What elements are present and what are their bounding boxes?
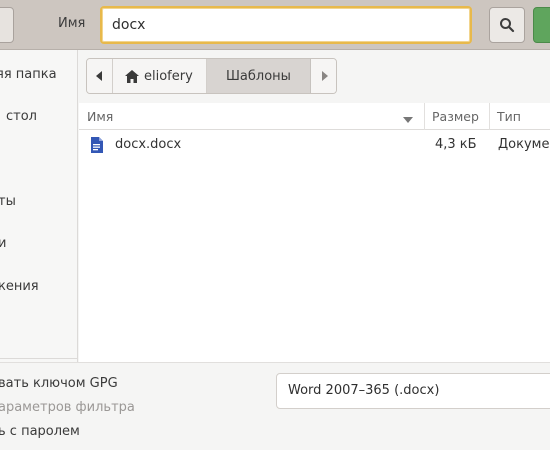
path-current-folder[interactable]: Шаблоны bbox=[207, 59, 311, 93]
filter-selected-value: Word 2007–365 (.docx) bbox=[288, 383, 440, 398]
header-bar: Имя docx bbox=[0, 0, 550, 50]
options-panel: вать ключом GPG араметров фильтра ь с па… bbox=[0, 362, 550, 450]
sidebar-item-documents[interactable]: ты bbox=[0, 194, 16, 209]
sidebar-divider bbox=[0, 358, 77, 359]
file-row[interactable]: docx.docx 4,3 кБ Докуме bbox=[79, 131, 550, 159]
sidebar-item-music[interactable]: и bbox=[0, 236, 6, 251]
search-icon bbox=[500, 18, 515, 33]
filter-params-option[interactable]: араметров фильтра bbox=[0, 400, 135, 415]
document-icon bbox=[90, 137, 103, 157]
file-type-filter-select[interactable]: Word 2007–365 (.docx) bbox=[276, 373, 550, 409]
file-type: Докуме bbox=[498, 137, 550, 152]
filename-input[interactable]: docx bbox=[100, 6, 472, 44]
search-button[interactable] bbox=[489, 7, 525, 43]
path-bar: eliofery Шаблоны bbox=[86, 58, 337, 94]
file-size: 4,3 кБ bbox=[435, 137, 477, 152]
sidebar-item-personal-folder[interactable]: яя папка bbox=[0, 67, 57, 82]
path-current-label: Шаблоны bbox=[226, 68, 291, 84]
column-header-type[interactable]: Тип bbox=[497, 109, 521, 124]
password-option[interactable]: ь с паролем bbox=[0, 424, 80, 439]
path-forward-button[interactable] bbox=[311, 59, 336, 93]
save-button[interactable] bbox=[533, 7, 550, 43]
sidebar-item-images[interactable]: кения bbox=[0, 279, 39, 294]
home-icon bbox=[125, 69, 139, 83]
column-header-row: Имя Размер Тип bbox=[79, 103, 550, 130]
encrypt-gpg-option[interactable]: вать ключом GPG bbox=[0, 376, 118, 391]
places-sidebar: яя папка стол ты и кения bbox=[0, 50, 78, 362]
filename-input-value: docx bbox=[112, 17, 146, 33]
sidebar-item-desktop[interactable]: стол bbox=[6, 109, 37, 124]
column-header-size[interactable]: Размер bbox=[432, 109, 479, 124]
path-home-button[interactable]: eliofery bbox=[113, 59, 207, 93]
column-separator[interactable] bbox=[489, 103, 490, 130]
column-separator[interactable] bbox=[424, 103, 425, 130]
chevron-right-icon bbox=[321, 71, 328, 81]
file-name: docx.docx bbox=[115, 137, 182, 152]
filename-label: Имя bbox=[58, 16, 86, 31]
path-home-label: eliofery bbox=[144, 68, 193, 84]
cancel-button[interactable] bbox=[0, 7, 14, 43]
chevron-left-icon bbox=[95, 71, 102, 81]
file-list: Имя Размер Тип docx.docx 4,3 кБ Докуме bbox=[79, 103, 550, 362]
column-header-name[interactable]: Имя bbox=[87, 109, 113, 124]
path-back-button[interactable] bbox=[87, 59, 113, 93]
sort-down-icon[interactable] bbox=[403, 112, 413, 127]
